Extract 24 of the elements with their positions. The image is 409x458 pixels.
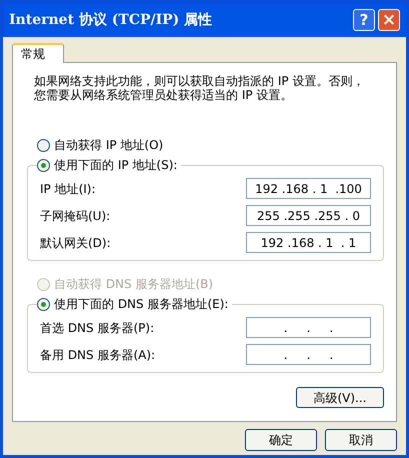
ip-address-field[interactable]: 192 .168 . 1 .100 — [246, 178, 371, 199]
field-label: 备用 DNS 服务器(A): — [40, 346, 156, 364]
ip-address-field[interactable]: . . . — [246, 317, 371, 338]
field-label: 子网掩码(U): — [40, 208, 110, 224]
ip-address-field[interactable]: . . . — [246, 344, 371, 365]
field-label: 首选 DNS 服务器(P): — [40, 320, 154, 336]
help-button[interactable]: ? — [353, 9, 375, 31]
dialog-button[interactable]: 确定 — [245, 429, 317, 451]
radio-label[interactable]: 自动获得 IP 地址(O) — [54, 136, 164, 154]
ip-address-field[interactable]: 192 .168 . 1 . 1 — [246, 232, 371, 253]
window-title: Internet 协议 (TCP/IP) 属性 — [9, 10, 212, 30]
dialog-button[interactable]: 取消 — [325, 429, 397, 451]
radio-button[interactable] — [37, 298, 50, 310]
radio-label[interactable]: 使用下面的 DNS 服务器地址(E): — [54, 295, 228, 313]
description-text: 如果网络支持此功能，则可以获取自动指派的 IP 设置。否则，您需要从网络系统管理员处获得适当的 IP 设置。 — [34, 74, 366, 102]
close-button[interactable]: × — [378, 9, 400, 31]
ip-address-field[interactable]: 255 .255 .255 . 0 — [246, 205, 371, 226]
field-label: 默认网关(D): — [40, 234, 111, 252]
field-label: IP 地址(I): — [40, 180, 96, 198]
advanced-button[interactable]: 高级(V)... — [296, 387, 384, 408]
radio-button[interactable] — [37, 138, 50, 152]
radio-label[interactable]: 使用下面的 IP 地址(S): — [54, 156, 178, 174]
radio-button[interactable] — [37, 158, 50, 172]
tab[interactable]: 常规 — [12, 43, 64, 63]
